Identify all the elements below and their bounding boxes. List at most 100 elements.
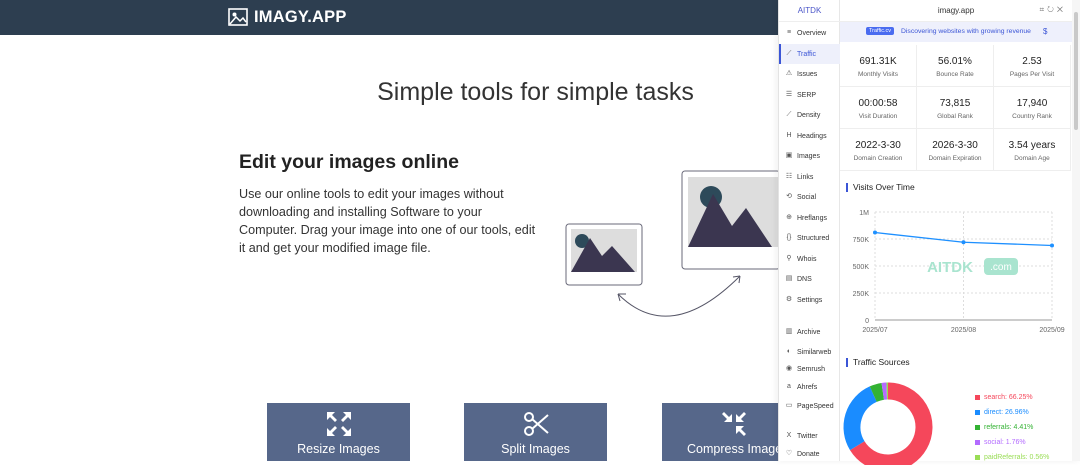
split-images-button[interactable]: Split Images xyxy=(464,403,607,461)
data-point[interactable] xyxy=(962,240,966,244)
stat-value: 2022-3-30 xyxy=(840,140,916,151)
nav-label: Density xyxy=(797,112,820,119)
pie-slice[interactable] xyxy=(873,391,883,394)
nav-item-hreflangs[interactable]: ⊕ Hreflangs xyxy=(779,208,840,228)
nav-item-images[interactable]: ▣Images xyxy=(779,146,840,166)
nav-item-density[interactable]: ⟋ Density xyxy=(779,105,840,125)
stat-value: 00:00:58 xyxy=(840,98,916,109)
legend-swatch xyxy=(975,425,980,430)
nav-item-serp[interactable]: ☰SERP xyxy=(779,85,840,105)
stat-label: Global Rank xyxy=(917,113,993,120)
stat-value: 3.54 years xyxy=(994,140,1070,151)
stat-card: 2022-3-30 Domain Creation xyxy=(840,129,917,171)
legend-item[interactable]: referrals: 4.41% xyxy=(975,420,1049,435)
split-images-label: Split Images xyxy=(464,442,607,456)
nav-item-semrush[interactable]: ◉Semrush xyxy=(779,359,840,379)
nav-item-social[interactable]: ⟲ Social xyxy=(779,187,840,207)
density-icon: ⟋ xyxy=(785,111,793,119)
stat-value: 17,940 xyxy=(994,98,1070,109)
stat-label: Monthly Visits xyxy=(840,71,916,78)
nav-label: Archive xyxy=(797,329,820,336)
y-tick-label: 750K xyxy=(853,237,870,244)
section-title: Edit your images online xyxy=(239,151,459,174)
resize-images-button[interactable]: Resize Images xyxy=(267,403,410,461)
x-tick-label: 2025/08 xyxy=(951,327,976,334)
nav-label: Ahrefs xyxy=(797,384,817,391)
data-point[interactable] xyxy=(873,231,877,235)
refresh-icon[interactable]: ↻ xyxy=(1047,5,1057,14)
compress-images-button[interactable]: Compress Images xyxy=(662,403,780,461)
stat-label: Country Rank xyxy=(994,113,1070,120)
site-logo[interactable]: IMAGY.APP xyxy=(228,7,347,27)
nav-item-headings[interactable]: HHeadings xyxy=(779,126,840,146)
legend-item[interactable]: search: 66.25% xyxy=(975,390,1049,405)
nav-item-twitter[interactable]: XTwitter xyxy=(779,426,840,446)
nav-label: Images xyxy=(797,153,820,160)
social-icon: ⟲ xyxy=(785,193,793,201)
stat-value: 56.01% xyxy=(917,56,993,67)
ahrefs-icon: a xyxy=(785,383,793,391)
scrollbar-thumb[interactable] xyxy=(1074,12,1078,130)
structured-icon: {} xyxy=(785,234,793,242)
current-domain: imagy.app xyxy=(840,6,1072,15)
legend-label: referrals: 4.41% xyxy=(984,424,1033,431)
legend-label: search: 66.25% xyxy=(984,394,1033,401)
similarweb-icon: ◐ xyxy=(785,348,793,356)
nav-item-dns[interactable]: ▤DNS xyxy=(779,269,840,289)
traffic-icon: ⟋ xyxy=(785,50,793,58)
nav-label: Whois xyxy=(797,256,816,263)
hreflangs-icon: ⊕ xyxy=(785,214,793,222)
crop-icon[interactable]: ⌗ xyxy=(1040,5,1048,14)
scrollbar[interactable] xyxy=(1072,0,1080,461)
nav-label: Links xyxy=(797,174,813,181)
nav-item-whois[interactable]: ⚲ Whois xyxy=(779,249,840,269)
stat-label: Bounce Rate xyxy=(917,71,993,78)
nav-item-links[interactable]: ☷Links xyxy=(779,167,840,187)
dollar-icon: $ xyxy=(1043,27,1047,36)
nav-item-donate[interactable]: ♡Donate xyxy=(779,444,840,464)
y-tick-label: 1M xyxy=(859,210,869,217)
settings-icon: ⚙ xyxy=(785,296,793,304)
stat-card: 2026-3-30Domain Expiration xyxy=(917,129,994,171)
nav-item-archive[interactable]: ▥Archive xyxy=(779,322,840,342)
nav-label: Hreflangs xyxy=(797,215,827,222)
nav-label: Social xyxy=(797,194,816,201)
stat-label: Domain Age xyxy=(994,155,1070,162)
nav-label: Overview xyxy=(797,30,826,37)
headings-icon: H xyxy=(785,132,793,140)
traffic-sources-legend: search: 66.25% direct: 26.96% referrals: 4… xyxy=(975,390,1049,465)
stat-card: 17,940 Country Rank xyxy=(994,87,1071,129)
nav-item-ahrefs[interactable]: a Ahrefs xyxy=(779,377,840,397)
nav-item-issues[interactable]: ⚠Issues xyxy=(779,64,840,84)
resize-images-label: Resize Images xyxy=(267,442,410,456)
nav-item-traffic[interactable]: ⟋Traffic xyxy=(779,44,840,64)
watermark-text: AITDK xyxy=(927,259,973,276)
whois-icon: ⚲ xyxy=(785,255,793,263)
banner-tag: Traffic.cv xyxy=(866,27,894,35)
stat-label: Pages Per Visit xyxy=(994,71,1070,78)
nav-item-structured[interactable]: {}Structured xyxy=(779,228,840,248)
stat-label: Domain Creation xyxy=(840,155,916,162)
nav-item-settings[interactable]: ⚙Settings xyxy=(779,290,840,310)
legend-item[interactable]: direct: 26.96% xyxy=(975,405,1049,420)
image-edit-illustration xyxy=(560,166,780,326)
close-icon[interactable]: ✕ xyxy=(1057,5,1066,14)
legend-swatch xyxy=(975,455,980,460)
promo-banner[interactable]: Traffic.cv Discovering websites with gro… xyxy=(840,22,1072,42)
site-header: IMAGY.APP xyxy=(0,0,780,35)
extension-brand: AITDK xyxy=(779,0,840,22)
nav-item-overview[interactable]: ≡Overview xyxy=(779,23,840,43)
nav-item-pagespeed[interactable]: ▭PageSpeed xyxy=(779,396,840,416)
data-point[interactable] xyxy=(1050,243,1054,247)
nav-label: PageSpeed xyxy=(797,403,834,410)
legend-item[interactable]: social: 1.76% xyxy=(975,435,1049,450)
stat-value: 691.31K xyxy=(840,56,916,67)
pie-slice[interactable] xyxy=(852,394,873,446)
stat-value: 73,815 xyxy=(917,98,993,109)
legend-item[interactable]: paidReferrals: 0.56% xyxy=(975,450,1049,465)
visits-section-title: Visits Over Time xyxy=(846,183,915,192)
x-tick-label: 2025/09 xyxy=(1039,327,1064,334)
legend-swatch xyxy=(975,440,980,445)
visits-line-chart: 0250K500K750K1M2025/072025/082025/09AITD… xyxy=(840,200,1072,342)
extension-sidebar: AITDK ≡Overview⟋Traffic⚠Issues☰SERP ⟋ Dens… xyxy=(779,0,840,461)
